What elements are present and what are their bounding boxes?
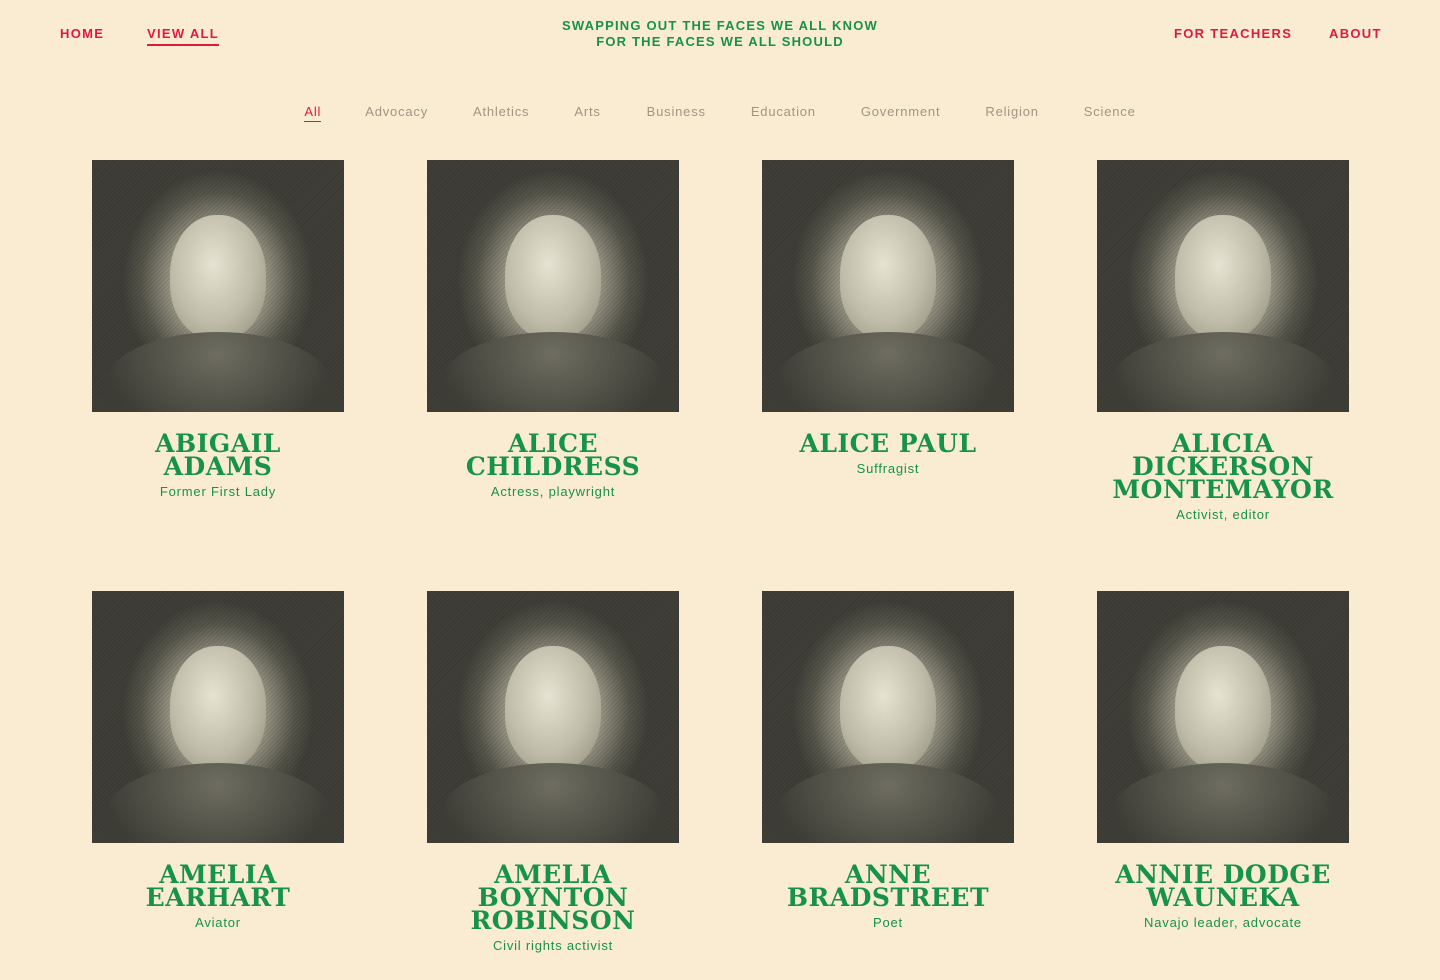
person-name-line: BRADSTREET (786, 883, 990, 912)
nav-home-link[interactable]: HOME (60, 26, 104, 41)
person-card[interactable]: AMELIA EARHART Aviator (92, 591, 344, 930)
person-name-line: CHILDRESS (465, 452, 641, 481)
person-card[interactable]: ANNIE DODGE WAUNEKA Navajo leader, advoc… (1097, 591, 1349, 930)
person-role: Civil rights activist (492, 938, 614, 953)
person-portrait[interactable] (762, 591, 1014, 843)
person-name[interactable]: ANNE BRADSTREET (762, 862, 1014, 912)
person-name-line: EARHART (145, 883, 291, 912)
filter-religion[interactable]: Religion (985, 104, 1038, 122)
nav-view-all-link[interactable]: VIEW ALL (147, 26, 220, 46)
person-name-line: WAUNEKA (1146, 883, 1300, 912)
person-name-line: ADAMS (163, 452, 273, 481)
portrait-face (505, 646, 601, 771)
portrait-shoulders (1108, 332, 1338, 412)
tagline-line-1: SWAPPING OUT THE FACES WE ALL KNOW (562, 18, 878, 33)
person-card[interactable]: ALICIA DICKERSON MONTEMAYOR Activist, ed… (1097, 160, 1349, 522)
person-name[interactable]: AMELIA BOYNTON ROBINSON (427, 862, 679, 935)
person-name[interactable]: ALICE CHILDRESS (427, 431, 679, 481)
person-card[interactable]: ALICE PAUL Suffragist (762, 160, 1014, 476)
person-portrait[interactable] (427, 160, 679, 412)
person-name-line: ALICE PAUL (799, 429, 977, 458)
portrait-shoulders (103, 332, 333, 412)
portrait-face (170, 646, 266, 771)
filter-athletics[interactable]: Athletics (473, 104, 529, 122)
filter-all[interactable]: All (304, 104, 322, 122)
person-role: Suffragist (856, 461, 920, 476)
portrait-face (505, 215, 601, 340)
filter-government[interactable]: Government (861, 104, 941, 122)
tagline: SWAPPING OUT THE FACES WE ALL KNOW FOR T… (470, 18, 970, 50)
portrait-shoulders (103, 763, 333, 843)
portrait-shoulders (1108, 763, 1338, 843)
person-name[interactable]: ABIGAIL ADAMS (92, 431, 344, 481)
person-role: Navajo leader, advocate (1144, 915, 1302, 930)
person-role: Poet (873, 915, 903, 930)
portrait-face (1175, 646, 1271, 771)
filter-advocacy[interactable]: Advocacy (365, 104, 428, 122)
nav-for-teachers-link[interactable]: FOR TEACHERS (1174, 26, 1292, 41)
person-name-line: ROBINSON (470, 906, 636, 935)
tagline-line-2: FOR THE FACES WE ALL SHOULD (596, 34, 844, 49)
person-card[interactable]: AMELIA BOYNTON ROBINSON Civil rights act… (427, 591, 679, 953)
filter-science[interactable]: Science (1084, 104, 1136, 122)
person-name[interactable]: ALICIA DICKERSON MONTEMAYOR (1097, 431, 1349, 504)
person-portrait[interactable] (762, 160, 1014, 412)
person-card[interactable]: ANNE BRADSTREET Poet (762, 591, 1014, 930)
person-name[interactable]: AMELIA EARHART (92, 862, 344, 912)
person-name[interactable]: ALICE PAUL (762, 429, 1014, 458)
portrait-face (1175, 215, 1271, 340)
category-filter-bar: All Advocacy Athletics Arts Business Edu… (0, 104, 1440, 122)
filter-business[interactable]: Business (647, 104, 706, 122)
portrait-shoulders (438, 763, 668, 843)
person-role: Former First Lady (159, 484, 277, 499)
portrait-shoulders (438, 332, 668, 412)
person-name-line: MONTEMAYOR (1112, 475, 1334, 504)
portrait-shoulders (773, 763, 1003, 843)
nav-about-link[interactable]: ABOUT (1329, 26, 1382, 41)
person-role: Activist, editor (1176, 507, 1270, 522)
person-role: Actress, playwright (490, 484, 616, 499)
person-card[interactable]: ABIGAIL ADAMS Former First Lady (92, 160, 344, 499)
filter-arts[interactable]: Arts (574, 104, 600, 122)
person-portrait[interactable] (1097, 591, 1349, 843)
portrait-face (170, 215, 266, 340)
portrait-shoulders (773, 332, 1003, 412)
person-portrait[interactable] (92, 160, 344, 412)
person-name[interactable]: ANNIE DODGE WAUNEKA (1097, 862, 1349, 912)
person-role: Aviator (195, 915, 241, 930)
person-portrait[interactable] (92, 591, 344, 843)
filter-education[interactable]: Education (751, 104, 816, 122)
portrait-face (840, 646, 936, 771)
person-portrait[interactable] (427, 591, 679, 843)
person-portrait[interactable] (1097, 160, 1349, 412)
person-card[interactable]: ALICE CHILDRESS Actress, playwright (427, 160, 679, 499)
portrait-face (840, 215, 936, 340)
